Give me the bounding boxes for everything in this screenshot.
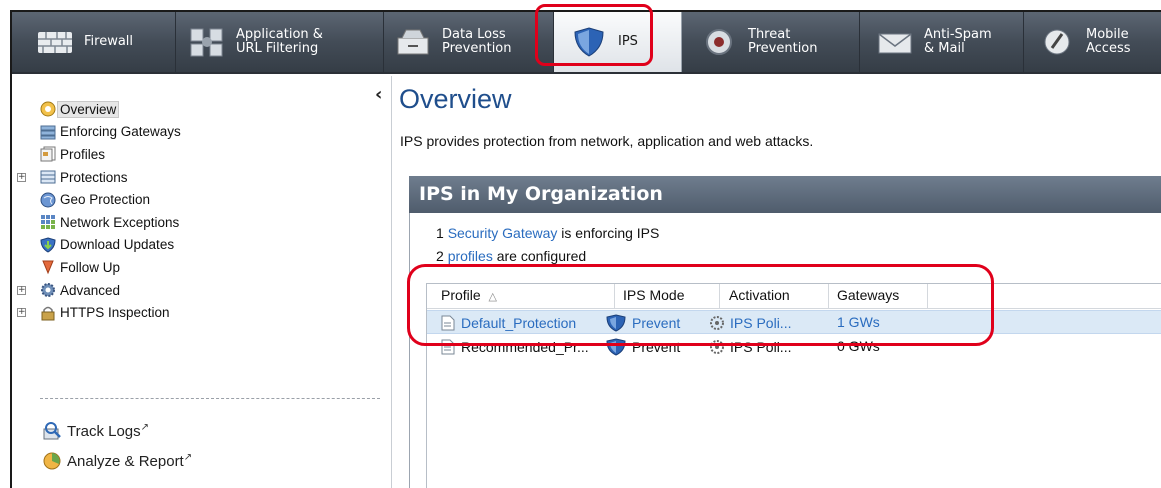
ips-tab-annotation-outline <box>535 4 653 66</box>
sidebar-item-label: Enforcing Gateways <box>60 124 181 140</box>
sidebar-item-follow-up[interactable]: Follow Up <box>12 256 372 279</box>
sidebar-divider <box>40 398 380 399</box>
tab-anti-spam-mail[interactable]: Anti-Spam & Mail <box>860 12 1024 72</box>
tab-threat-prevention[interactable]: Threat Prevention <box>682 12 860 72</box>
sidebar-item-overview[interactable]: Overview <box>12 98 372 121</box>
sidebar: ‹ Overview Enforcing Gateways Profiles +… <box>12 76 392 488</box>
threat-prevention-icon <box>700 26 738 58</box>
page-description: IPS provides protection from network, ap… <box>400 133 814 149</box>
gateway-count: 1 <box>436 225 444 241</box>
application-cubes-icon <box>188 26 226 58</box>
sidebar-item-profiles[interactable]: Profiles <box>12 143 372 166</box>
profiles-link[interactable]: profiles <box>448 248 493 264</box>
track-logs-label: Track Logs <box>67 423 141 440</box>
sidebar-item-label: Network Exceptions <box>60 214 180 230</box>
tab-label: Application & URL Filtering <box>236 27 323 56</box>
expand-icon[interactable]: + <box>17 285 26 295</box>
security-gateway-link[interactable]: Security Gateway <box>448 225 558 241</box>
tab-firewall[interactable]: Firewall <box>12 12 176 72</box>
profiles-icon <box>39 146 56 163</box>
tab-label: Threat Prevention <box>748 27 818 56</box>
sidebar-nav: Overview Enforcing Gateways Profiles + P… <box>12 98 372 324</box>
gateway-summary: 1 Security Gateway is enforcing IPS <box>436 225 659 241</box>
sidebar-item-label: Download Updates <box>60 237 175 253</box>
sidebar-item-network-exceptions[interactable]: Network Exceptions <box>12 211 372 234</box>
analyze-report-icon <box>42 451 62 471</box>
gateway-summary-text: is enforcing IPS <box>561 225 660 241</box>
sidebar-item-label: Follow Up <box>60 259 121 275</box>
tab-label: Data Loss Prevention <box>442 27 512 56</box>
table-annotation-outline <box>407 264 994 346</box>
download-updates-icon <box>39 236 56 253</box>
expand-icon[interactable]: + <box>17 308 26 318</box>
sidebar-item-protections[interactable]: + Protections <box>12 166 372 189</box>
sidebar-item-label: Profiles <box>60 146 106 162</box>
follow-up-icon <box>39 259 56 276</box>
profile-summary: 2 profiles are configured <box>436 248 586 264</box>
external-link-icon: ↗ <box>140 422 150 433</box>
expand-icon[interactable]: + <box>17 172 26 182</box>
mobile-access-icon <box>1038 26 1076 58</box>
sidebar-item-label: Overview <box>57 100 120 118</box>
sidebar-item-label: Protections <box>60 169 128 185</box>
sidebar-item-enforcing-gateways[interactable]: Enforcing Gateways <box>12 121 372 144</box>
https-lock-icon <box>39 304 56 321</box>
profile-count: 2 <box>436 248 444 264</box>
sidebar-item-advanced[interactable]: + Advanced <box>12 279 372 302</box>
org-section-body: 1 Security Gateway is enforcing IPS 2 pr… <box>409 213 1161 488</box>
sidebar-item-https-inspection[interactable]: + HTTPS Inspection <box>12 301 372 324</box>
tab-application-url-filtering[interactable]: Application & URL Filtering <box>176 12 384 72</box>
tab-data-loss-prevention[interactable]: Data Loss Prevention <box>384 12 554 72</box>
tab-label: Firewall <box>84 34 134 49</box>
firewall-icon <box>36 26 74 58</box>
app-window: Firewall Application & URL Filtering Dat… <box>10 10 1161 488</box>
org-section-header: IPS in My Organization <box>409 176 1161 213</box>
geo-protection-icon <box>39 191 56 208</box>
tab-mobile-access[interactable]: Mobile Access <box>1024 12 1161 72</box>
envelope-icon <box>876 26 914 58</box>
sidebar-item-download-updates[interactable]: Download Updates <box>12 234 372 257</box>
protections-icon <box>39 169 56 186</box>
tab-label: Anti-Spam & Mail <box>924 27 992 56</box>
analyze-report-label: Analyze & Report <box>67 453 184 470</box>
track-logs-icon <box>42 421 62 441</box>
sidebar-item-geo-protection[interactable]: Geo Protection <box>12 188 372 211</box>
collapse-sidebar-button[interactable]: ‹ <box>375 84 382 105</box>
network-exceptions-icon <box>39 214 56 231</box>
external-link-icon: ↗ <box>183 452 193 463</box>
sidebar-item-label: HTTPS Inspection <box>60 305 170 321</box>
overview-icon <box>39 101 56 118</box>
data-loss-prevention-icon <box>394 26 432 58</box>
sidebar-item-label: Geo Protection <box>60 192 151 208</box>
gateways-icon <box>39 123 56 140</box>
tab-label: Mobile Access <box>1086 27 1131 56</box>
advanced-gear-icon <box>39 282 56 299</box>
profile-summary-text: are configured <box>496 248 587 264</box>
page-title: Overview <box>399 84 512 114</box>
sidebar-item-label: Advanced <box>60 282 121 298</box>
